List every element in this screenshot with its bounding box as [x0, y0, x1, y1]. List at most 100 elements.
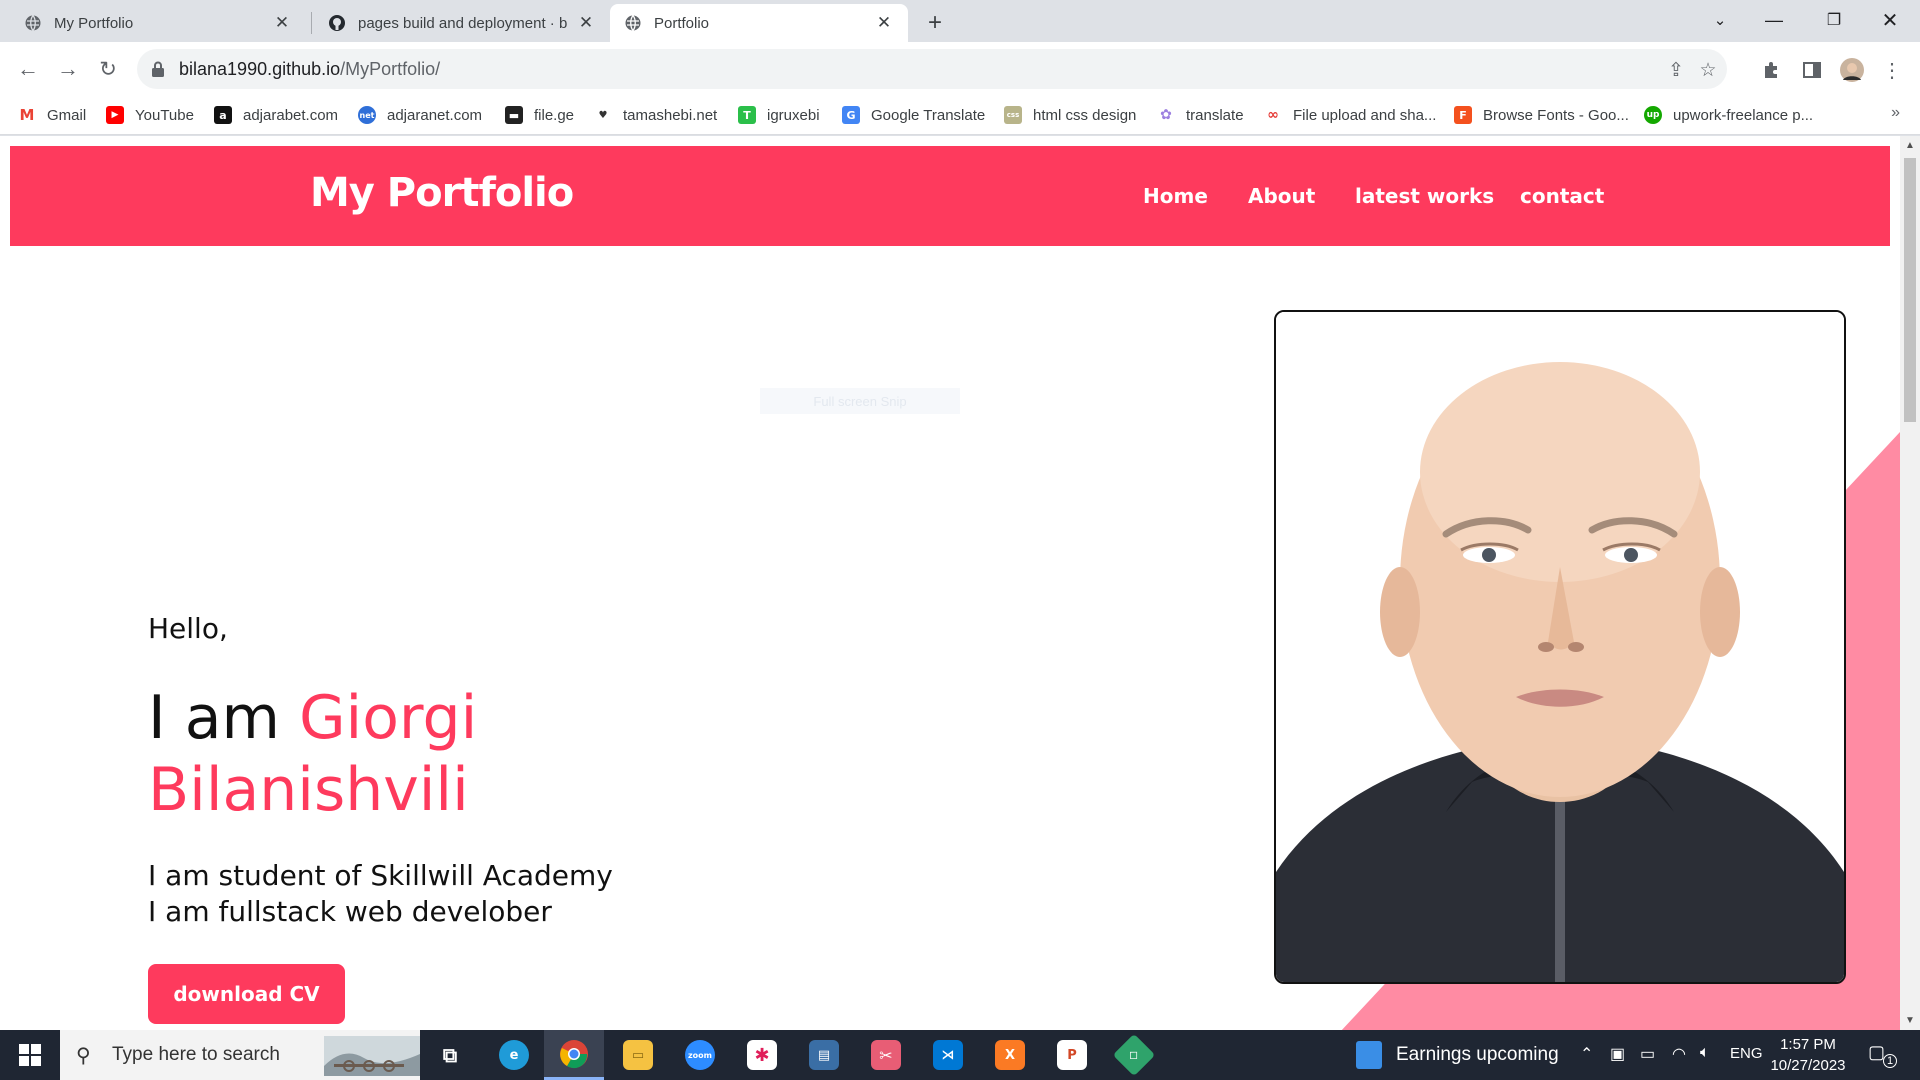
- bookmark-label: upwork-freelance p...: [1673, 106, 1814, 124]
- minimize-button[interactable]: —: [1746, 0, 1802, 40]
- extensions-icon[interactable]: [1759, 58, 1783, 82]
- bookmark-html-css-design[interactable]: css html css design: [1004, 103, 1136, 127]
- meet-now-icon[interactable]: ▣: [1610, 1044, 1625, 1064]
- wifi-icon[interactable]: ◠: [1672, 1044, 1686, 1064]
- bookmark-translate[interactable]: ✿ translate: [1157, 103, 1244, 127]
- bookmark-label: file.ge: [534, 106, 575, 124]
- notification-center[interactable]: ▢ 1: [1868, 1042, 1897, 1068]
- site-header: My Portfolio Home About latest works con…: [10, 146, 1890, 246]
- bookmark-upwork[interactable]: up upwork-freelance p...: [1644, 103, 1813, 127]
- taskbar-snipping-tool[interactable]: ✂: [856, 1030, 916, 1080]
- bookmark-label: Gmail: [47, 106, 87, 124]
- address-bar[interactable]: bilana1990.github.io/MyPortfolio/ ⇪ ☆: [137, 49, 1727, 89]
- scroll-down-icon[interactable]: ▼: [1905, 1015, 1915, 1026]
- bookmark-adjarabet[interactable]: a adjarabet.com: [214, 103, 338, 127]
- translate-icon: ✿: [1157, 106, 1175, 124]
- bookmark-igruxebi[interactable]: Tigruxebi: [738, 103, 820, 127]
- chrome-menu-icon[interactable]: ⋮: [1880, 58, 1904, 82]
- taskbar-vscode[interactable]: ⋊: [918, 1030, 978, 1080]
- bookmark-youtube[interactable]: ▶ YouTube: [106, 103, 194, 127]
- taskbar-app-green[interactable]: ◇: [1104, 1030, 1164, 1080]
- bookmark-google-translate[interactable]: G Google Translate: [842, 103, 985, 127]
- google-fonts-icon: F: [1454, 106, 1472, 124]
- clock-date: 10/27/2023: [1770, 1057, 1846, 1074]
- system-clock[interactable]: 1:57 PM 10/27/2023: [1768, 1034, 1848, 1076]
- slack-icon: ✱: [747, 1040, 777, 1070]
- tab-pages-build[interactable]: pages build and deployment · b ✕: [314, 4, 610, 42]
- more-bookmarks-icon[interactable]: »: [1891, 104, 1900, 122]
- portrait-illustration: [1276, 312, 1844, 982]
- share-icon[interactable]: ⇪: [1665, 59, 1687, 81]
- tab-my-portfolio[interactable]: My Portfolio ✕: [10, 4, 306, 42]
- gmail-icon: M: [18, 106, 36, 124]
- folder-icon: ▭: [623, 1040, 653, 1070]
- file-upload-icon: ∞: [1264, 106, 1282, 124]
- xampp-icon: X: [995, 1040, 1025, 1070]
- tab-title: pages build and deployment · b: [358, 14, 568, 32]
- bookmark-adjaranet[interactable]: net adjaranet.com: [358, 103, 482, 127]
- vscode-icon: ⋊: [933, 1040, 963, 1070]
- news-widget[interactable]: Earnings upcoming: [1356, 1030, 1559, 1080]
- show-hidden-icons-icon[interactable]: ⌃: [1580, 1044, 1593, 1064]
- hero-subtitle: I am student of Skillwill Academy I am fu…: [148, 858, 613, 930]
- clock-time: 1:57 PM: [1780, 1036, 1836, 1053]
- download-cv-button[interactable]: download CV: [148, 964, 345, 1024]
- url-host: bilana1990.github.io: [179, 58, 341, 79]
- bookmark-google-fonts[interactable]: F Browse Fonts - Goo...: [1454, 103, 1629, 127]
- bookmark-file-ge[interactable]: ▬ file.ge: [505, 103, 574, 127]
- volume-icon[interactable]: 🔈︎: [1700, 1044, 1710, 1062]
- bookmark-tamashebi[interactable]: ♥ tamashebi.net: [594, 103, 717, 127]
- close-tab-icon[interactable]: ✕: [576, 13, 596, 33]
- taskbar-xampp[interactable]: X: [980, 1030, 1040, 1080]
- tab-search-chevron-icon[interactable]: ⌄: [1692, 0, 1748, 40]
- globe-icon: [25, 15, 41, 31]
- page-scrollbar[interactable]: ▲ ▼: [1900, 136, 1920, 1030]
- hero-first-name: Giorgi: [299, 683, 478, 753]
- search-highlight-illustration: [324, 1036, 420, 1076]
- taskbar-file-explorer[interactable]: ▭: [608, 1030, 668, 1080]
- close-window-button[interactable]: ✕: [1862, 0, 1918, 40]
- zoom-icon: zoom: [685, 1040, 715, 1070]
- taskbar-search-box[interactable]: ⚲ Type here to search: [60, 1030, 420, 1080]
- powerpoint-icon: P: [1057, 1040, 1087, 1070]
- tab-title: My Portfolio: [54, 14, 134, 32]
- tab-portfolio[interactable]: Portfolio ✕: [610, 4, 908, 42]
- bookmark-label: Google Translate: [871, 106, 986, 124]
- taskbar-edge[interactable]: e: [484, 1030, 544, 1080]
- bookmark-label: igruxebi: [767, 106, 820, 124]
- taskbar-slack[interactable]: ✱: [732, 1030, 792, 1080]
- battery-icon[interactable]: ▭: [1640, 1044, 1655, 1064]
- input-language[interactable]: ENG: [1730, 1045, 1763, 1062]
- site-logo[interactable]: My Portfolio: [310, 170, 574, 216]
- news-text: Earnings upcoming: [1396, 1044, 1559, 1065]
- close-tab-icon[interactable]: ✕: [874, 13, 894, 33]
- github-icon: [329, 15, 345, 31]
- close-tab-icon[interactable]: ✕: [272, 13, 292, 33]
- nav-latest-works[interactable]: latest works: [1355, 184, 1494, 208]
- forward-button[interactable]: →: [52, 53, 84, 85]
- browser-toolbar: ← → ↻ bilana1990.github.io/MyPortfolio/ …: [0, 42, 1920, 97]
- side-panel-icon[interactable]: [1800, 58, 1824, 82]
- taskbar-chrome[interactable]: [544, 1030, 604, 1080]
- bookmark-gmail[interactable]: M Gmail: [18, 103, 86, 127]
- new-tab-button[interactable]: +: [920, 8, 950, 38]
- taskbar-remote-desktop[interactable]: ▤: [794, 1030, 854, 1080]
- scroll-up-icon[interactable]: ▲: [1905, 140, 1915, 151]
- task-view-button[interactable]: ⧉: [420, 1030, 480, 1080]
- profile-avatar[interactable]: [1840, 58, 1864, 82]
- restore-button[interactable]: ❐: [1806, 0, 1862, 40]
- chrome-icon: [560, 1039, 588, 1068]
- bookmark-star-icon[interactable]: ☆: [1697, 59, 1719, 81]
- task-view-icon: ⧉: [442, 1043, 458, 1067]
- taskbar-office[interactable]: P: [1042, 1030, 1102, 1080]
- reload-button[interactable]: ↻: [92, 53, 124, 85]
- bookmark-file-upload[interactable]: ∞ File upload and sha...: [1264, 103, 1436, 127]
- nav-about[interactable]: About: [1248, 184, 1315, 208]
- globe-icon: [625, 15, 641, 31]
- back-button[interactable]: ←: [12, 53, 44, 85]
- scroll-thumb[interactable]: [1904, 158, 1916, 422]
- windows-start-button[interactable]: [0, 1030, 60, 1080]
- taskbar-zoom[interactable]: zoom: [670, 1030, 730, 1080]
- nav-home[interactable]: Home: [1143, 184, 1208, 208]
- nav-contact[interactable]: contact: [1520, 184, 1604, 208]
